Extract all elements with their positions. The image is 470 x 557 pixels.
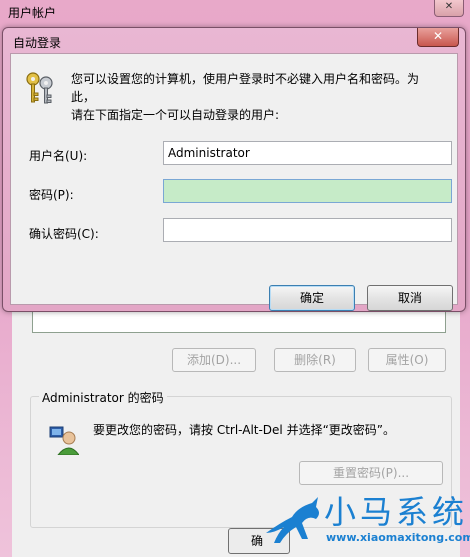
watermark-logo: 小马系统 www.xiaomaxitong.com	[262, 487, 470, 557]
parent-close-button[interactable]: ✕	[434, 0, 464, 17]
password-label: 密码(P):	[29, 188, 74, 202]
close-icon: ✕	[432, 29, 444, 43]
confirm-password-label: 确认密码(C):	[29, 227, 99, 241]
close-icon: ✕	[444, 1, 454, 12]
properties-button[interactable]: 属性(O)	[368, 348, 446, 372]
add-user-button[interactable]: 添加(D)...	[172, 348, 256, 372]
confirm-password-field[interactable]	[163, 218, 452, 242]
parent-window-title: 用户帐户	[8, 6, 57, 20]
ok-button[interactable]: 确定	[269, 285, 355, 311]
username-label: 用户名(U):	[29, 149, 88, 163]
watermark-url: www.xiaomaxitong.com	[326, 531, 470, 544]
dialog-close-button[interactable]: ✕	[417, 28, 459, 47]
intro-line-2: 请在下面指定一个可以自动登录的用户:	[71, 108, 280, 122]
intro-line-1: 您可以设置您的计算机，使用户登录时不必键入用户名和密码。为此，	[71, 72, 420, 104]
user-icon	[49, 426, 79, 455]
password-field[interactable]	[163, 179, 452, 203]
reset-password-button[interactable]: 重置密码(P)...	[299, 461, 443, 485]
auto-logon-dialog: 自动登录 ✕ 您可以设置您的计算机，使用户登录时不必键入用户名和密码。为此， 请…	[2, 27, 466, 312]
intro-text: 您可以设置您的计算机，使用户登录时不必键入用户名和密码。为此， 请在下面指定一个…	[71, 70, 441, 124]
watermark-text: 小马系统	[324, 493, 469, 531]
keys-icon	[26, 72, 53, 104]
username-field[interactable]: Administrator	[163, 141, 452, 165]
horse-icon	[266, 497, 319, 543]
change-password-hint: 要更改您的密码，请按 Ctrl-Alt-Del 并选择“更改密码”。	[93, 423, 396, 437]
password-group-title: Administrator 的密码	[39, 389, 167, 406]
dialog-client: 您可以设置您的计算机，使用户登录时不必键入用户名和密码。为此， 请在下面指定一个…	[10, 53, 458, 311]
cancel-button[interactable]: 取消	[367, 285, 453, 311]
dialog-title: 自动登录	[13, 36, 62, 50]
remove-user-button[interactable]: 删除(R)	[274, 348, 356, 372]
